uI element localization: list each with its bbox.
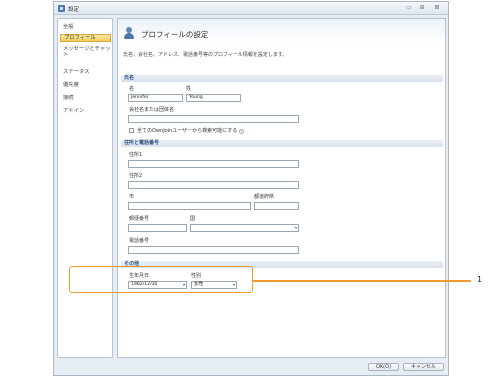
address2-input[interactable]: [128, 181, 299, 189]
address1-input[interactable]: [128, 160, 299, 168]
country-select[interactable]: ▾: [190, 224, 299, 232]
first-name-label: 名: [129, 86, 135, 92]
sidebar-item-profile[interactable]: プロフィール: [60, 34, 111, 42]
address2-label: 住所2: [129, 173, 143, 179]
searchable-label: 全てのOwnJoinユーザーから検索可能にする: [137, 128, 238, 134]
sidebar-item-status[interactable]: ステータス: [60, 69, 111, 75]
callout-highlight-box: [69, 266, 253, 293]
maximize-icon[interactable]: ⊞: [417, 4, 427, 12]
city-label: 市: [129, 194, 135, 200]
sidebar-item-general[interactable]: 全般: [60, 24, 111, 30]
phone-label: 電話番号: [129, 238, 150, 244]
close-icon[interactable]: ⊠: [432, 4, 442, 12]
profile-panel: プロフィールの設定 氏名、会社名、アドレス、電話番号等のプロフィール情報を設定し…: [117, 18, 446, 358]
company-label: 会社名または団体名: [129, 107, 175, 113]
prefecture-label: 都道府県: [254, 194, 275, 200]
section-name: 氏名: [121, 75, 443, 82]
city-input[interactable]: [128, 202, 251, 210]
searchable-row: 全てのOwnJoinユーザーから検索可能にする i: [137, 127, 245, 134]
sidebar-item-addins[interactable]: アドイン: [60, 108, 111, 114]
info-icon: i: [239, 129, 245, 134]
ok-button[interactable]: OK(O): [368, 363, 399, 371]
settings-window: 設定 ▭ ⊞ ⊠ 全般 プロフィール メッセージとチャット ステータス 優先度 …: [53, 1, 449, 376]
address1-label: 住所1: [129, 152, 143, 158]
sidebar-item-priority[interactable]: 優先度: [60, 82, 111, 88]
sidebar-item-messages-chat[interactable]: メッセージとチャット: [60, 46, 111, 58]
app-icon: [58, 5, 65, 12]
window-title: 設定: [68, 7, 80, 13]
page-title: プロフィールの設定: [141, 30, 209, 39]
chevron-down-icon: ▾: [294, 225, 297, 230]
last-name-label: 姓: [186, 86, 192, 92]
callout-number: 1: [477, 275, 483, 284]
callout-leader-line: [253, 280, 471, 282]
first-name-input[interactable]: Jennifer: [128, 94, 183, 102]
company-input[interactable]: [128, 115, 299, 123]
title-bar: 設定 ▭ ⊞ ⊠: [54, 2, 448, 15]
section-address-phone: 住所と電話番号: [121, 140, 443, 147]
postal-code-label: 郵便番号: [129, 216, 150, 222]
phone-input[interactable]: [128, 246, 299, 254]
prefecture-input[interactable]: [254, 202, 299, 210]
searchable-checkbox[interactable]: [129, 128, 134, 133]
minimize-icon[interactable]: ▭: [404, 4, 414, 12]
sidebar: 全般 プロフィール メッセージとチャット ステータス 優先度 接続 アドイン: [57, 18, 113, 358]
panel-header: プロフィールの設定: [118, 19, 445, 45]
country-label: 国: [190, 216, 196, 222]
last-name-input[interactable]: Young: [186, 94, 241, 102]
cancel-button[interactable]: キャンセル: [403, 363, 444, 371]
postal-code-input[interactable]: [128, 224, 187, 232]
sidebar-item-connection[interactable]: 接続: [60, 95, 111, 101]
page-description: 氏名、会社名、アドレス、電話番号等のプロフィール情報を設定します。: [123, 52, 288, 58]
person-icon: [123, 27, 135, 39]
